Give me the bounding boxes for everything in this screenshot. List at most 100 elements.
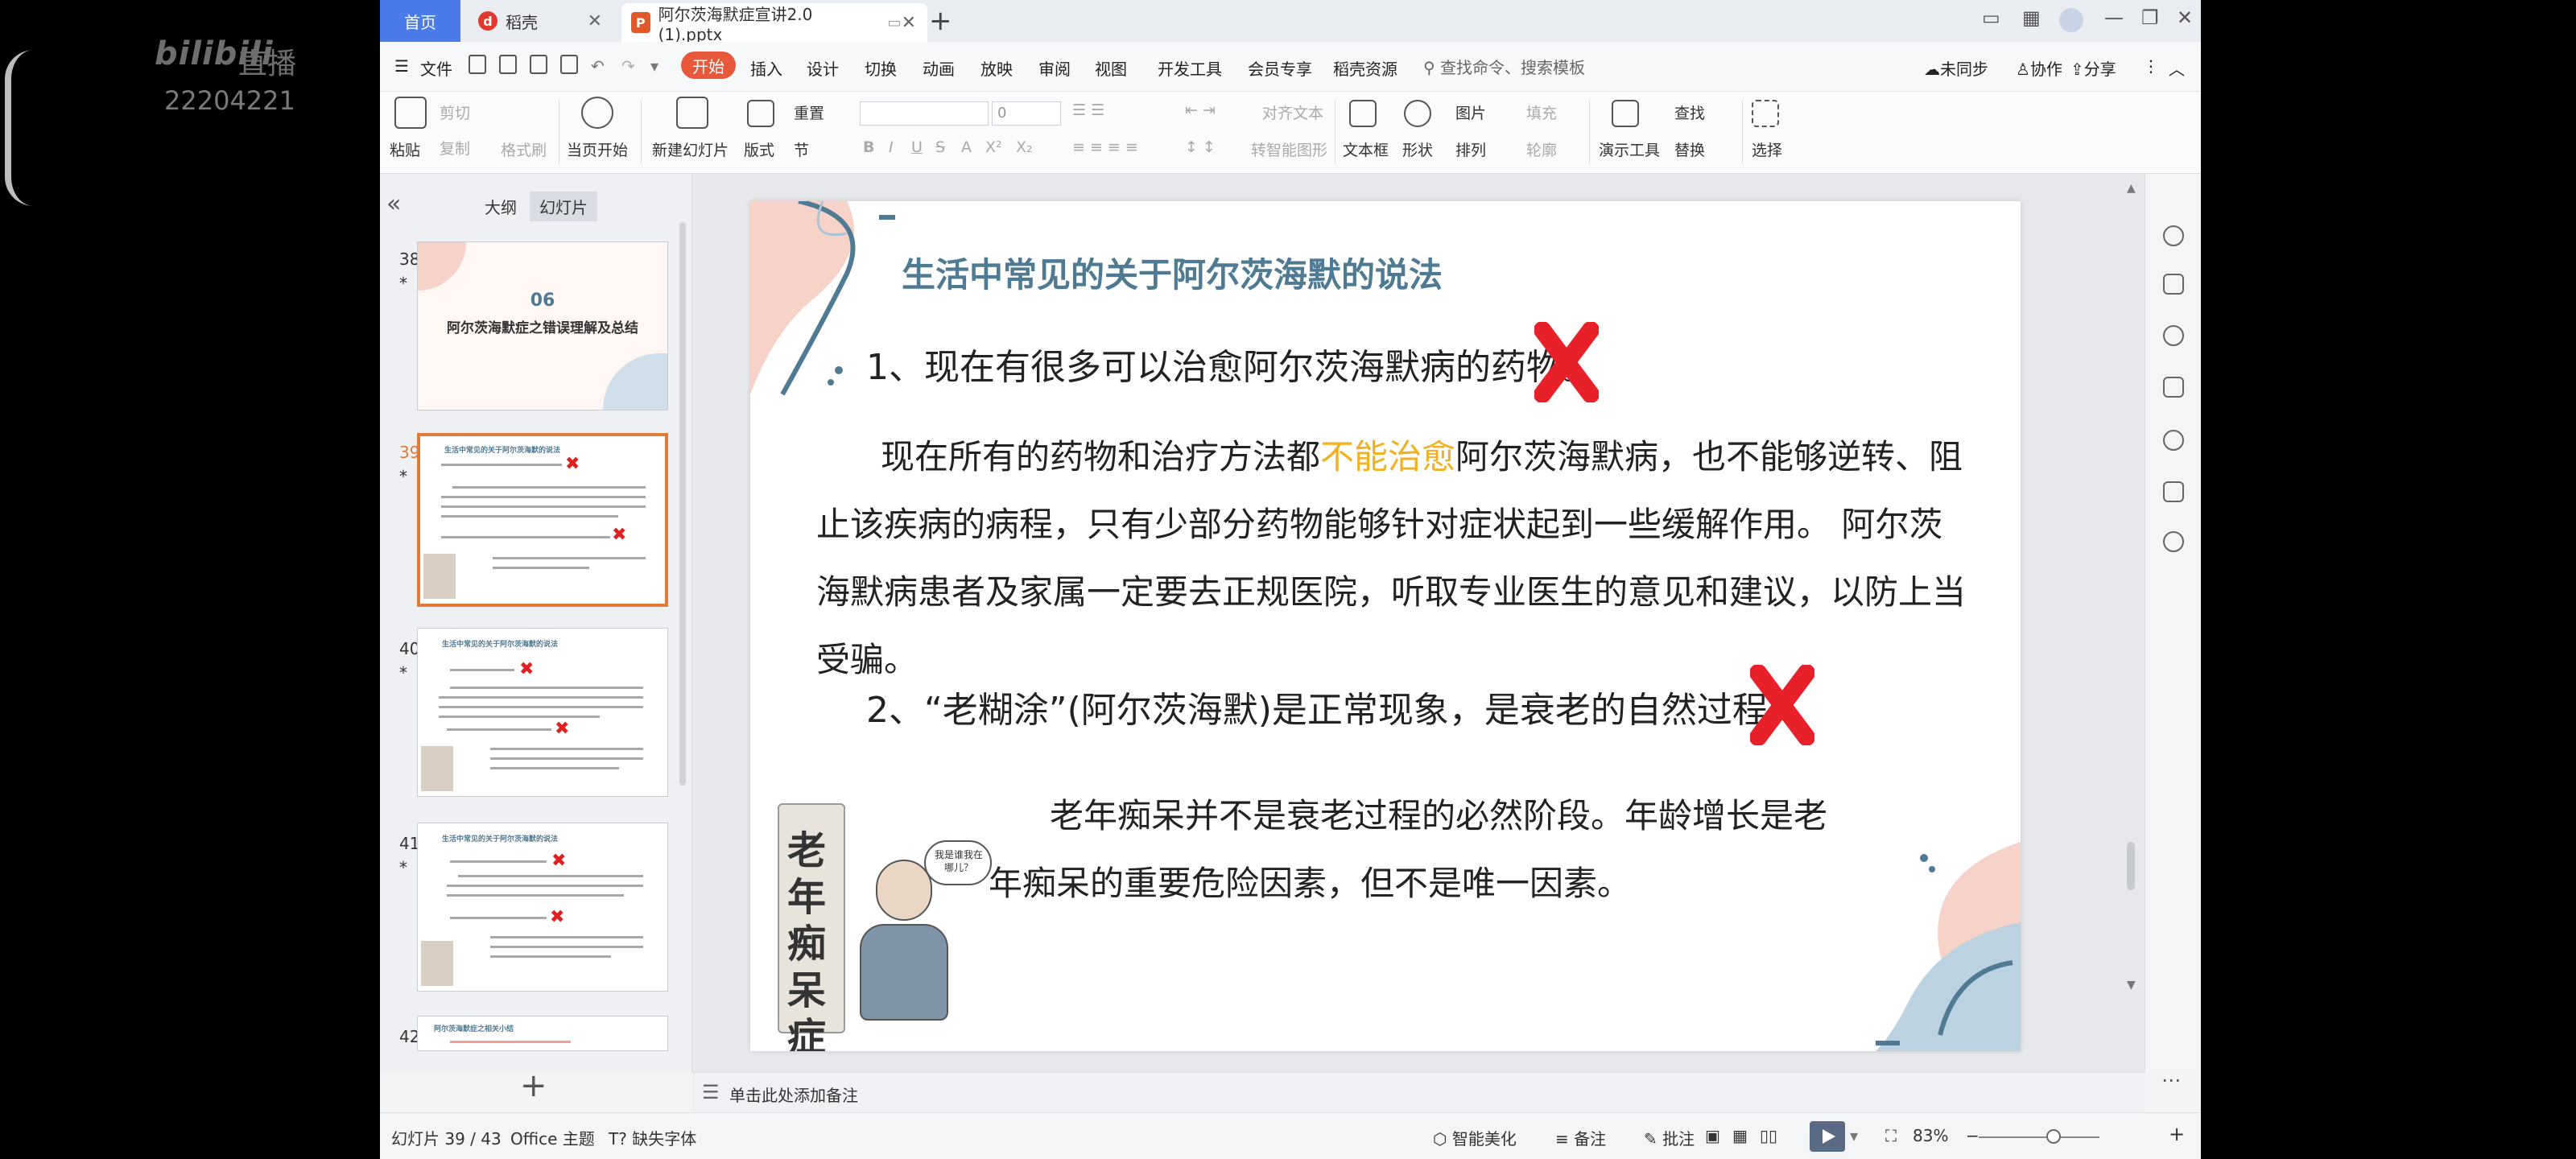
menu-transition[interactable]: 切换 <box>865 56 897 80</box>
reading-view-icon[interactable]: ▯▯ <box>1760 1126 1777 1145</box>
image-settings-icon[interactable] <box>2163 481 2184 502</box>
zoom-level[interactable]: 83% <box>1913 1126 1948 1145</box>
point-1-body[interactable]: 现在所有的药物和治疗方法都不能治愈阿尔茨海默病，也不能够逆转、阻止该疾病的病程，… <box>816 423 1975 694</box>
chevron-down-icon[interactable]: ▾ <box>1850 1126 1858 1145</box>
from-current-button[interactable]: 当页开始 <box>567 138 628 160</box>
rocket-icon[interactable] <box>2163 225 2184 246</box>
hamburger-icon[interactable]: ☰ <box>394 56 409 76</box>
point-2[interactable]: 2、“老糊涂”(阿尔茨海默)是正常现象，是衰老的自然过程 <box>866 681 1768 732</box>
add-slide-button[interactable]: + <box>520 1067 547 1104</box>
slide-39[interactable]: 生活中常见的关于阿尔茨海默的说法 1、现在有很多可以治愈阿尔茨海默病的药物。 现… <box>750 201 2021 1051</box>
spacing-icons[interactable]: ↕ ↕ <box>1185 138 1216 156</box>
settings-sliders-icon[interactable] <box>2163 274 2184 295</box>
chevron-down-icon[interactable]: ▾ <box>650 56 658 76</box>
underline-icon[interactable]: U <box>911 138 923 156</box>
play-icon[interactable] <box>581 97 613 129</box>
slide-thumbnail-39[interactable]: 生活中常见的关于阿尔茨海默的说法 ✖ ✖ <box>417 433 668 607</box>
menu-resources[interactable]: 稻壳资源 <box>1333 56 1397 80</box>
sync-status[interactable]: ☁未同步 <box>1924 56 1988 80</box>
find-button[interactable]: 查找 <box>1674 101 1705 123</box>
notes-toggle[interactable]: ≡ 备注 <box>1555 1126 1606 1149</box>
print-icon[interactable] <box>530 55 547 74</box>
close-icon[interactable]: ✕ <box>588 11 602 31</box>
menu-design[interactable]: 设计 <box>807 56 839 80</box>
replace-button[interactable]: 替换 <box>1674 138 1705 160</box>
zoom-out-button[interactable]: − <box>1966 1126 1979 1145</box>
scroll-thumb[interactable] <box>2127 842 2135 890</box>
slide-thumbnail-41[interactable]: 生活中常见的关于阿尔茨海默的说法 ✖ ✖ <box>417 823 668 992</box>
list-icon[interactable]: ☰ ☰ <box>1072 101 1104 119</box>
collapse-panel-icon[interactable]: « <box>386 190 401 218</box>
slide-thumbnail-38[interactable]: 06 阿尔茨海默症之错误理解及总结 <box>417 241 668 410</box>
cut-button[interactable]: 剪切 <box>440 101 470 123</box>
zoom-slider-handle[interactable] <box>2046 1129 2061 1144</box>
shape-icon[interactable] <box>1404 100 1431 127</box>
share-button[interactable]: ⇪分享 <box>2070 56 2116 80</box>
paste-button[interactable]: 粘贴 <box>390 138 420 160</box>
slide-thumbnail-40[interactable]: 生活中常见的关于阿尔茨海默的说法 ✖ ✖ <box>417 628 668 797</box>
collab-button[interactable]: ♙协作 <box>2016 56 2062 80</box>
outline-button[interactable]: 轮廓 <box>1526 138 1557 160</box>
theme-name[interactable]: Office 主题 <box>510 1126 595 1149</box>
copy-button[interactable]: 复制 <box>440 137 470 159</box>
shape-button[interactable]: 形状 <box>1402 138 1433 160</box>
font-size-select[interactable]: 0 <box>992 101 1061 126</box>
fill-button[interactable]: 填充 <box>1526 101 1557 123</box>
picture-button[interactable]: 图片 <box>1455 101 1486 123</box>
align-icons[interactable]: ≡ ≡ ≡ ≡ <box>1072 138 1138 156</box>
minimize-icon[interactable]: — <box>2104 6 2124 29</box>
zoom-in-button[interactable]: + <box>2169 1123 2185 1145</box>
layout-icon[interactable] <box>747 100 774 127</box>
grid-icon[interactable]: ▦ <box>2022 6 2041 29</box>
new-slide-icon[interactable] <box>676 97 708 129</box>
menu-animation[interactable]: 动画 <box>923 56 955 80</box>
textbox-button[interactable]: 文本框 <box>1343 138 1389 160</box>
align-text-button[interactable]: 对齐文本 <box>1262 101 1323 123</box>
subscript-icon[interactable]: X₂ <box>1016 138 1033 156</box>
point-1[interactable]: 1、现在有很多可以治愈阿尔茨海默病的药物。 <box>866 338 1597 390</box>
textbox-icon[interactable] <box>1349 100 1377 127</box>
comments-toggle[interactable]: ✎ 批注 <box>1644 1126 1695 1149</box>
compass-icon[interactable] <box>2163 531 2184 552</box>
chevron-down-icon[interactable]: ▼ <box>2127 979 2136 992</box>
indent-icons[interactable]: ⇤ ⇥ <box>1185 101 1216 119</box>
beautify-button[interactable]: ⬡ 智能美化 <box>1433 1126 1517 1149</box>
menu-member[interactable]: 会员专享 <box>1248 56 1312 80</box>
section-button[interactable]: 节 <box>794 138 809 160</box>
select-button[interactable]: 选择 <box>1752 138 1782 160</box>
normal-view-icon[interactable]: ▣ <box>1705 1126 1720 1145</box>
close-icon[interactable]: ✕ <box>902 13 916 33</box>
tab-document[interactable]: P 阿尔茨海默症宣讲2.0 (1).pptx ▭ ✕ <box>621 3 927 44</box>
restore-icon[interactable]: ❐ <box>2141 6 2159 29</box>
panel-scrollbar[interactable] <box>679 222 686 786</box>
paste-icon[interactable] <box>394 97 427 129</box>
save-icon[interactable] <box>469 55 486 74</box>
menu-insert[interactable]: 插入 <box>750 56 782 80</box>
tab-outline[interactable]: 大纲 <box>485 195 517 218</box>
arrange-button[interactable]: 排列 <box>1455 138 1486 160</box>
close-window-icon[interactable]: ✕ <box>2177 6 2193 29</box>
slide-thumbnail-42[interactable]: 阿尔茨海默症之相关小结 <box>417 1016 668 1051</box>
menu-slideshow[interactable]: 放映 <box>980 56 1013 80</box>
pin-icon[interactable]: ▭ <box>888 14 902 31</box>
font-name-select[interactable] <box>860 101 989 126</box>
layout-button[interactable]: 版式 <box>744 138 774 160</box>
new-tab-button[interactable]: + <box>929 5 952 37</box>
copy-icon[interactable] <box>2163 377 2184 398</box>
present-tools-icon[interactable] <box>1612 100 1639 127</box>
canvas-scrollbar[interactable]: ▲ ▼ <box>2125 182 2136 1051</box>
italic-icon[interactable]: I <box>889 138 894 156</box>
tab-home[interactable]: 首页 <box>380 0 460 42</box>
command-search[interactable]: ⚲ 查找命令、搜索模板 <box>1423 55 1585 78</box>
help-icon[interactable] <box>2163 430 2184 451</box>
tab-daoke[interactable]: d 稻壳 ✕ <box>469 0 613 42</box>
menu-review[interactable]: 审阅 <box>1038 56 1071 80</box>
menu-file[interactable]: 文件 <box>420 56 452 80</box>
present-tools-button[interactable]: 演示工具 <box>1599 138 1660 160</box>
missing-font-button[interactable]: T? 缺失字体 <box>609 1126 696 1149</box>
sorter-view-icon[interactable]: ▦ <box>1732 1126 1748 1145</box>
collapse-ribbon-icon[interactable]: ︿ <box>2169 56 2185 80</box>
new-slide-button[interactable]: 新建幻灯片 <box>652 138 729 160</box>
more-icon[interactable]: ⋮ <box>2143 56 2159 76</box>
export-icon[interactable] <box>499 55 517 74</box>
